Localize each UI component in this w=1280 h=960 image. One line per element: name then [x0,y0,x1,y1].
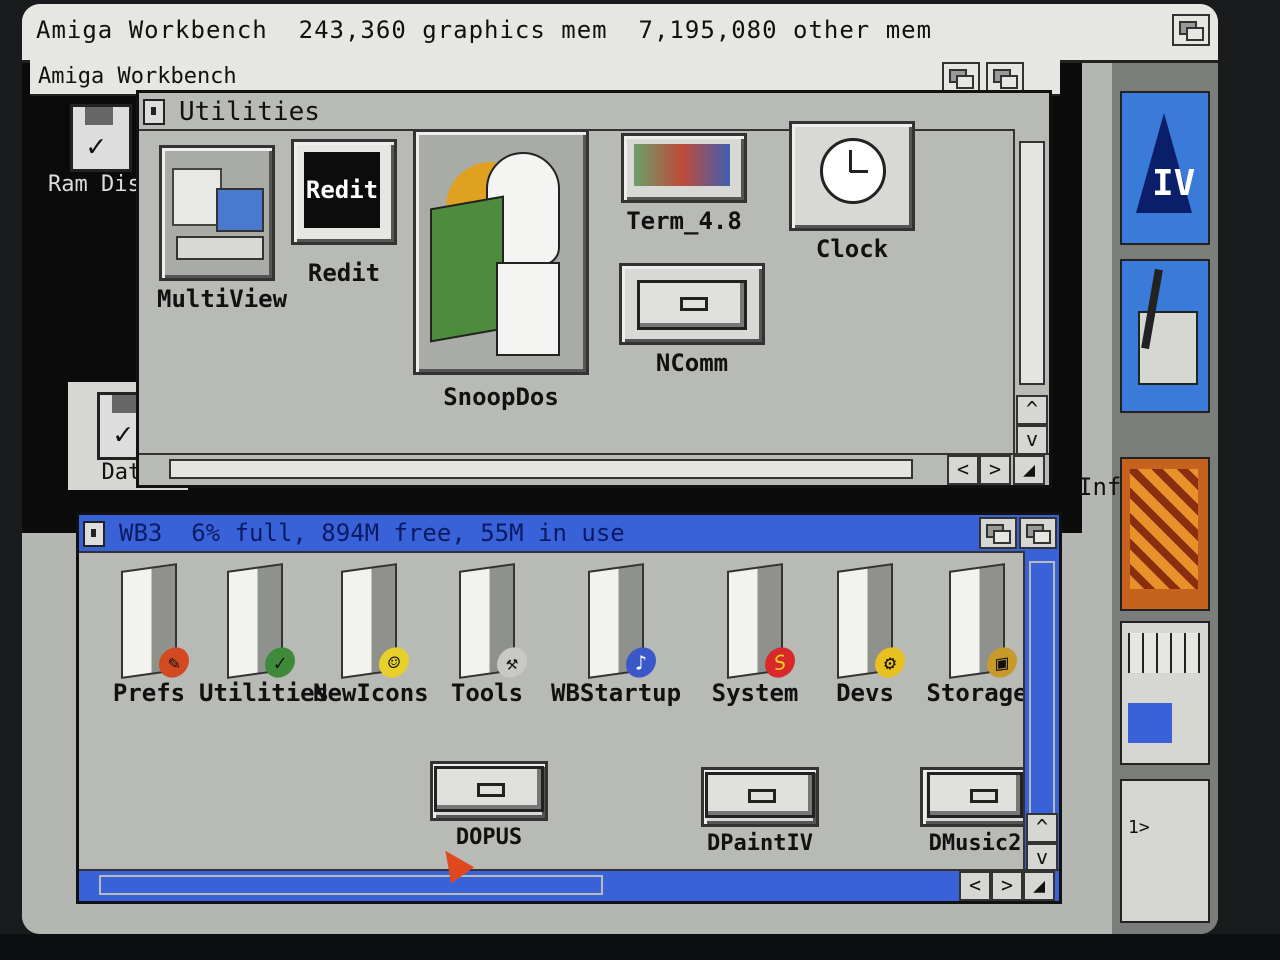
devs-icon: ⚙ [837,563,905,680]
screen-title-bar[interactable]: Amiga Workbench 243,360 graphics mem 7,1… [22,4,1218,63]
drawer-icon [430,761,548,821]
size-gadget-icon[interactable]: ◢ [1013,455,1045,485]
icon-label: NComm [655,349,729,377]
scroll-right-icon[interactable]: > [991,871,1023,901]
drawer-prefs[interactable]: ✎ Prefs [99,563,199,707]
game-art-icon[interactable] [1120,457,1210,611]
icon-label: Utilities [199,679,330,707]
icon-label: DMusic2 [928,831,1022,856]
scroll-up-icon[interactable]: ^ [1026,813,1058,843]
notepad-pencil-icon[interactable] [1120,259,1210,413]
multiview-icon [159,145,275,281]
drawer-utilities[interactable]: ✓ Utilities [199,563,330,707]
drawer-wbstartup[interactable]: ♪ WBStartup [551,563,682,707]
terminal-icon [621,133,747,203]
wbstartup-icon: ♪ [588,563,656,680]
icon-term[interactable]: Term_4.8 [619,133,749,235]
utilities-horizontal-scrollbar[interactable]: < > ◢ [139,453,1049,485]
icon-label: Term_4.8 [626,207,742,235]
screen-depth-gadget[interactable] [1172,14,1210,46]
icon-label: DPaintIV [707,831,813,856]
icon-label: WBStartup [551,679,682,707]
depth-gadget[interactable] [1019,517,1057,549]
icon-label: System [711,679,799,707]
newicons-icon: ☺ [341,563,409,680]
snoopdos-icon [413,129,589,375]
icon-label: Tools [450,679,524,707]
clock-icon [789,121,915,231]
drawer-icon [619,263,765,345]
close-gadget[interactable] [83,521,105,547]
icon-label: Clock [815,235,889,263]
drawer-devs[interactable]: ⚙ Devs [815,563,915,707]
icon-label: SnoopDos [443,383,559,411]
icon-snoopdos[interactable]: SnoopDos [411,129,591,411]
utilities-window[interactable]: Utilities MultiView Redit Redit SnoopDos… [136,90,1052,488]
spreadsheet-icon[interactable] [1120,621,1210,765]
icon-label: Prefs [112,679,186,707]
wb3-horizontal-scrollbar[interactable]: < > ◢ [79,869,1059,901]
icon-redit[interactable]: Redit Redit [289,139,399,287]
drawer-system[interactable]: S System [699,563,811,707]
icon-ncomm[interactable]: NComm [617,263,767,377]
vertical-scroll-thumb[interactable] [1019,141,1045,385]
redit-glyph-text: Redit [304,152,380,228]
size-gadget-icon[interactable]: ◢ [1023,871,1055,901]
drawer-newicons[interactable]: ☺ NewIcons [313,563,429,707]
scroll-left-icon[interactable]: < [959,871,991,901]
wb3-window-title: WB3 6% full, 894M free, 55M in use [119,519,625,547]
shell-window[interactable]: 1> [1120,779,1210,923]
zoom-gadget[interactable] [979,517,1017,549]
drawer-tools[interactable]: ⚒ Tools [431,563,543,707]
icon-label: MultiView [157,285,288,313]
scroll-left-icon[interactable]: < [947,455,979,485]
screen-title: Amiga Workbench 243,360 graphics mem 7,1… [36,16,933,44]
utilities-vertical-scrollbar[interactable]: ^ v [1013,129,1049,485]
amiga-screen: Amiga Workbench 243,360 graphics mem 7,1… [22,4,1218,934]
scroll-up-icon[interactable]: ^ [1016,395,1048,425]
prefs-icon: ✎ [121,563,189,680]
shell-prompt: 1> [1128,817,1150,838]
close-gadget[interactable] [143,99,165,125]
deluxe-paint-iv-icon[interactable]: IV [1120,91,1210,245]
utilities-window-title: Utilities [179,97,320,127]
wb3-window[interactable]: WB3 6% full, 894M free, 55M in use ✎ Pre… [76,512,1062,904]
drawer-storage[interactable]: ▣ Storage [921,563,1033,707]
utilities-icon: ✓ [227,563,295,680]
tools-icon: ⚒ [459,563,527,680]
icon-label: Redit [307,259,381,287]
scroll-right-icon[interactable]: > [979,455,1011,485]
right-icon-strip: IV Inf 1> [1078,63,1218,934]
wb3-title-bar[interactable]: WB3 6% full, 894M free, 55M in use [79,515,1059,553]
vertical-scroll-thumb[interactable] [1029,561,1055,825]
workbench-title: Amiga Workbench [38,64,237,89]
folder-dopus[interactable]: DOPUS [429,761,549,850]
monitor-bezel [0,934,1280,960]
folder-dmusic2[interactable]: DMusic2 [917,767,1033,856]
icon-multiview[interactable]: MultiView [157,145,288,313]
icon-label: Storage [926,679,1028,707]
scroll-down-icon[interactable]: v [1016,425,1048,455]
info-label: Inf [1078,473,1122,501]
wb3-vertical-scrollbar[interactable]: ^ v [1023,551,1059,901]
ram-disk-icon [69,104,132,172]
horizontal-scroll-thumb[interactable] [99,875,603,895]
icon-clock[interactable]: Clock [787,121,917,263]
drawer-icon [920,767,1030,827]
system-icon: S [727,563,795,680]
icon-label: Devs [836,679,894,707]
icon-label: NewIcons [313,679,429,707]
redit-icon: Redit [291,139,397,245]
icon-label: DOPUS [455,825,523,850]
storage-icon: ▣ [949,563,1017,680]
drawer-icon [701,767,819,827]
horizontal-scroll-thumb[interactable] [169,459,913,479]
folder-dpaintiv[interactable]: DPaintIV [695,767,825,856]
